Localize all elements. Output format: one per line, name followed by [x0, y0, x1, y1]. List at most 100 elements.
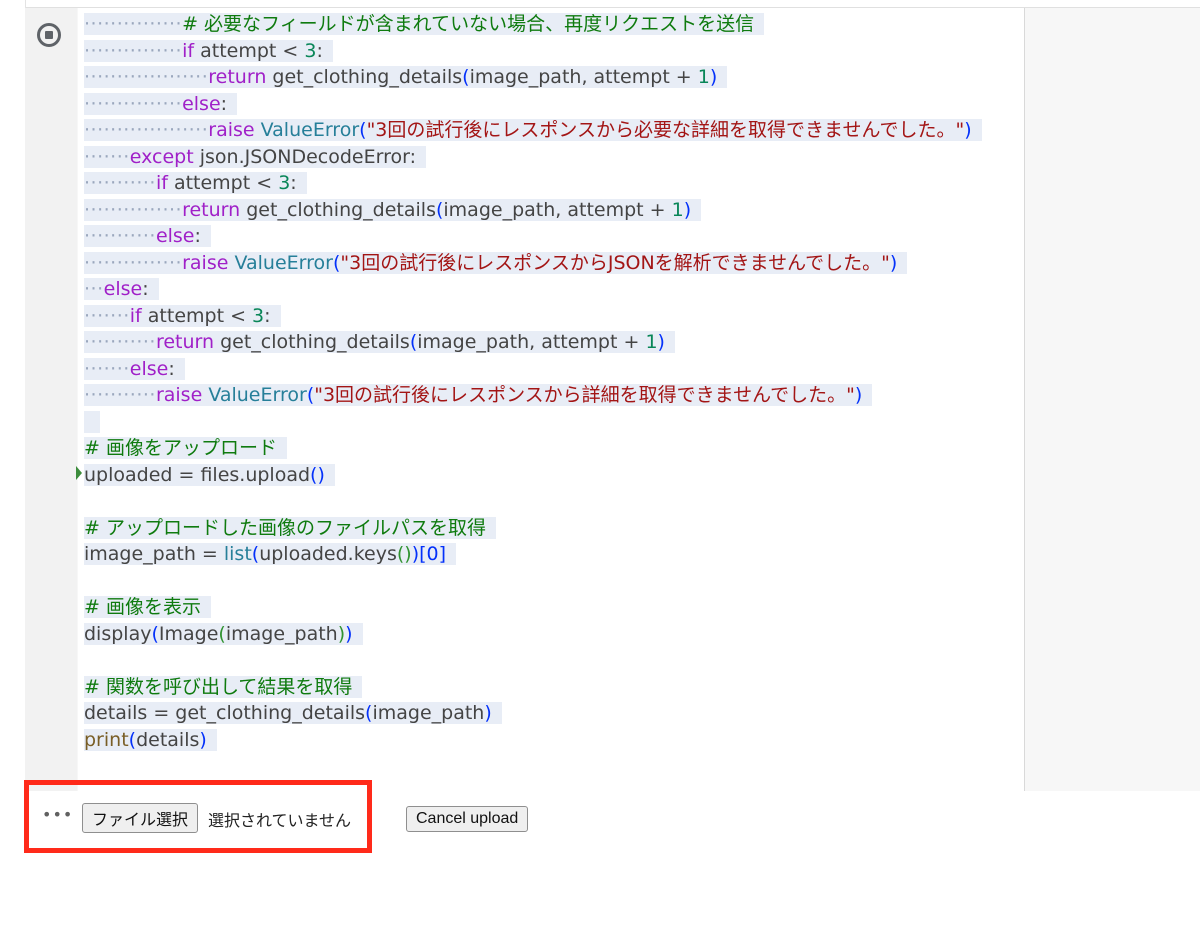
code-line-text: details = get_clothing_details(image_pat…: [84, 702, 502, 724]
code-token: image_path: [372, 702, 485, 724]
code-token: if: [182, 39, 195, 62]
code-line[interactable]: [84, 568, 982, 595]
code-line[interactable]: ·······except json.JSONDecodeError:: [84, 144, 982, 171]
code-line-text: image_path = list(uploaded.keys())[0]: [84, 543, 457, 565]
code-token: else: [129, 357, 169, 380]
code-token: json.JSONDecodeError:: [193, 145, 416, 168]
code-line[interactable]: ···············# 必要なフィールドが含まれていない場合、再度リク…: [84, 11, 982, 38]
code-line[interactable]: display(Image(image_path)): [84, 621, 982, 648]
code-line[interactable]: ···················return get_clothing_d…: [84, 64, 982, 91]
code-token: ): [889, 251, 898, 274]
code-line-text: ···············if attempt < 3:: [84, 39, 333, 62]
code-token: :: [220, 92, 228, 115]
code-token: # 必要なフィールドが含まれていない場合、再度リクエストを送信: [182, 13, 755, 35]
code-line[interactable]: uploaded = files.upload(): [84, 462, 982, 489]
code-token: 1: [697, 66, 710, 88]
code-line-text: ···else:: [84, 278, 159, 300]
code-line-text: ···········raise ValueError("3回の試行後にレスポン…: [84, 384, 873, 406]
code-token: raise: [182, 251, 229, 274]
cancel-upload-button[interactable]: Cancel upload: [406, 806, 529, 832]
code-line[interactable]: [84, 647, 982, 674]
code-token: 3: [304, 39, 317, 62]
code-line-text: # 関数を呼び出して結果を取得: [84, 675, 363, 698]
code-line-text: ···············return get_clothing_detai…: [84, 198, 702, 221]
more-horiz-icon[interactable]: •••: [42, 805, 73, 824]
code-line[interactable]: ···········return get_clothing_details(i…: [84, 329, 982, 356]
code-token: return: [208, 66, 267, 88]
code-token: 3: [252, 304, 265, 327]
code-line-text: [84, 410, 101, 433]
code-token: else: [182, 92, 221, 115]
code-line[interactable]: ·······else:: [84, 356, 982, 383]
code-line[interactable]: # アップロードした画像のファイルパスを取得: [84, 515, 982, 542]
code-token: uploaded = files.upload: [84, 463, 311, 486]
code-token: # 関数を呼び出して結果を取得: [84, 675, 353, 698]
code-line-text: ···········return get_clothing_details(i…: [84, 331, 675, 353]
code-token: :: [264, 304, 271, 327]
code-token: ): [345, 622, 353, 645]
code-token: # 画像を表示: [84, 596, 201, 618]
editor-ruler: [1024, 8, 1025, 791]
choose-file-button[interactable]: ファイル選択: [82, 803, 199, 833]
fold-arrow-icon[interactable]: [76, 466, 82, 480]
code-token: Image: [158, 622, 219, 645]
code-line-text: ···········else:: [84, 225, 211, 247]
code-token: :: [316, 39, 323, 62]
code-token: :: [194, 225, 201, 247]
code-line-text: # アップロードした画像のファイルパスを取得: [84, 516, 496, 539]
code-token: raise: [208, 119, 255, 141]
code-line-text: # 画像を表示: [84, 596, 211, 618]
code-token: (): [396, 543, 412, 565]
code-line-text: print(details): [84, 728, 217, 751]
code-token: ValueError: [208, 384, 307, 406]
code-token: image_path, attempt +: [417, 331, 646, 353]
code-token: (: [218, 622, 226, 645]
run-gutter: [25, 8, 77, 791]
code-token: image_path =: [84, 543, 224, 565]
code-line-text: display(Image(image_path)): [84, 622, 363, 645]
indent-guide: ···············: [84, 198, 183, 221]
code-line[interactable]: ···········raise ValueError("3回の試行後にレスポン…: [84, 382, 982, 409]
code-token: (: [151, 622, 159, 645]
stop-circle-icon: [37, 23, 61, 47]
code-token: "3回の試行後にレスポンスから必要な詳細を取得できませんでした。": [366, 119, 965, 141]
file-status-text: 選択されていません: [208, 811, 352, 830]
indent-guide: ·······: [84, 357, 130, 380]
code-line[interactable]: [84, 409, 982, 436]
code-content[interactable]: ··············· # 必要なフィールドが含まれていない場合、再度リク…: [84, 11, 982, 753]
code-line[interactable]: ···············if attempt < 3:: [84, 38, 982, 65]
code-token: (: [359, 119, 367, 141]
code-token: :: [142, 278, 149, 300]
code-token: # アップロードした画像のファイルパスを取得: [84, 516, 486, 539]
code-token: get_clothing_details: [214, 331, 410, 353]
code-line[interactable]: ···else:: [84, 276, 982, 303]
code-line[interactable]: details = get_clothing_details(image_pat…: [84, 700, 982, 727]
code-token: else: [155, 225, 195, 247]
code-token: 1: [645, 331, 658, 353]
code-token: (: [462, 66, 470, 88]
code-line[interactable]: # 画像をアップロード: [84, 435, 982, 462]
code-line-text: ···········if attempt < 3:: [84, 172, 307, 194]
run-cell-button[interactable]: [34, 20, 64, 50]
code-line[interactable]: ···············else:: [84, 91, 982, 118]
code-line[interactable]: ···············return get_clothing_detai…: [84, 197, 982, 224]
code-line-text: # 画像をアップロード: [84, 437, 287, 459]
code-line[interactable]: ···············raise ValueError("3回の試行後に…: [84, 250, 982, 277]
code-line[interactable]: ···················raise ValueError("3回の…: [84, 117, 982, 144]
code-token: return: [182, 198, 241, 221]
code-line[interactable]: ·······if attempt < 3:: [84, 303, 982, 330]
code-line-text: ···················return get_clothing_d…: [84, 66, 728, 88]
code-line[interactable]: ···········if attempt < 3:: [84, 170, 982, 197]
code-line[interactable]: # 関数を呼び出して結果を取得: [84, 674, 982, 701]
code-line[interactable]: # 画像を表示: [84, 594, 982, 621]
code-line[interactable]: [84, 488, 982, 515]
indent-guide: ···········: [84, 331, 156, 353]
code-line[interactable]: image_path = list(uploaded.keys())[0]: [84, 541, 982, 568]
indent-guide: ···········: [84, 225, 156, 247]
top-border: [0, 0, 1200, 8]
code-line[interactable]: ···········else:: [84, 223, 982, 250]
code-token: [0]: [419, 543, 447, 565]
code-token: ): [854, 384, 863, 406]
code-line[interactable]: print(details): [84, 727, 982, 754]
